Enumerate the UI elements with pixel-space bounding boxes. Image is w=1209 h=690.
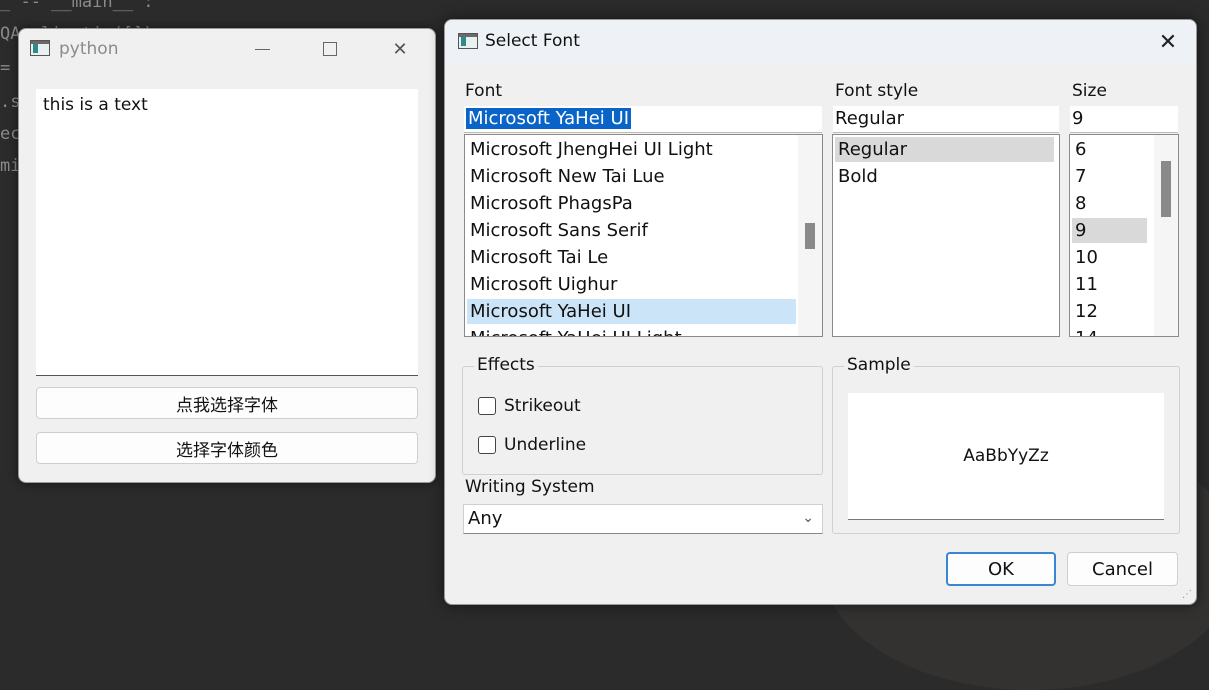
- list-item[interactable]: 12: [1072, 299, 1147, 324]
- close-button[interactable]: ✕: [377, 29, 423, 69]
- font-style-input[interactable]: Regular: [833, 106, 1059, 133]
- dialog-title: Select Font: [485, 31, 580, 51]
- font-list-scrollbar[interactable]: [798, 135, 822, 336]
- python-window: python ✕ this is a text 点我选择字体 选择字体颜色: [18, 28, 436, 483]
- font-label: Font: [465, 81, 503, 101]
- choose-font-button[interactable]: 点我选择字体: [36, 387, 418, 419]
- list-item[interactable]: 11: [1072, 272, 1147, 297]
- strikeout-label: Strikeout: [504, 396, 581, 416]
- list-item[interactable]: 8: [1072, 191, 1147, 216]
- ok-button[interactable]: OK: [946, 552, 1056, 586]
- list-item[interactable]: Microsoft JhengHei UI Light: [467, 137, 796, 162]
- font-dialog: Select Font ✕ Font Microsoft YaHei UI Mi…: [444, 19, 1197, 605]
- text-content: this is a text: [43, 95, 148, 115]
- font-input[interactable]: Microsoft YaHei UI: [464, 106, 822, 133]
- sample-preview: AaBbYyZz: [848, 393, 1164, 520]
- sample-label: Sample: [844, 355, 914, 375]
- list-item-selected[interactable]: Microsoft YaHei UI: [467, 299, 796, 324]
- list-item[interactable]: Microsoft YaHei UI Light: [467, 326, 796, 336]
- minimize-button[interactable]: [239, 29, 285, 69]
- python-titlebar[interactable]: python ✕: [19, 29, 435, 69]
- underline-label: Underline: [504, 435, 587, 455]
- list-item[interactable]: Microsoft Tai Le: [467, 245, 796, 270]
- resize-grip-icon[interactable]: ⋰: [1182, 590, 1192, 600]
- code-line: =: [0, 58, 11, 78]
- checkbox-icon: [478, 436, 496, 454]
- scrollbar-thumb[interactable]: [805, 223, 815, 249]
- writing-system-value: Any: [468, 508, 503, 529]
- text-display-area[interactable]: this is a text: [36, 89, 418, 376]
- writing-system-select[interactable]: Any ⌄: [463, 504, 823, 534]
- sample-text: AaBbYyZz: [963, 446, 1049, 466]
- font-list[interactable]: Microsoft JhengHei UI Light Microsoft Ne…: [464, 134, 823, 337]
- list-item-selected[interactable]: Regular: [835, 137, 1054, 162]
- list-item[interactable]: Microsoft PhagsPa: [467, 191, 796, 216]
- font-style-list[interactable]: Regular Bold: [832, 134, 1060, 337]
- size-list-scrollbar[interactable]: [1154, 135, 1178, 336]
- list-item[interactable]: Microsoft New Tai Lue: [467, 164, 796, 189]
- list-item[interactable]: Microsoft Uighur: [467, 272, 796, 297]
- effects-label: Effects: [474, 355, 538, 375]
- list-item-selected[interactable]: 9: [1072, 218, 1147, 243]
- minimize-icon: [254, 48, 270, 50]
- font-style-label: Font style: [835, 81, 919, 101]
- checkbox-icon: [478, 397, 496, 415]
- close-icon: ✕: [392, 38, 408, 60]
- chevron-down-icon: ⌄: [802, 510, 814, 526]
- effects-group: [462, 366, 823, 475]
- app-icon: [458, 33, 478, 49]
- writing-system-label: Writing System: [465, 477, 595, 497]
- size-input[interactable]: 9: [1070, 106, 1178, 133]
- scrollbar-thumb[interactable]: [1161, 161, 1171, 217]
- size-label: Size: [1072, 81, 1107, 101]
- close-icon: ✕: [1158, 29, 1178, 55]
- python-window-title: python: [59, 39, 119, 59]
- app-icon: [30, 40, 50, 56]
- maximize-icon: [323, 42, 337, 56]
- choose-color-button[interactable]: 选择字体颜色: [36, 432, 418, 464]
- list-item[interactable]: 7: [1072, 164, 1147, 189]
- list-item[interactable]: Bold: [835, 164, 1054, 189]
- maximize-button[interactable]: [307, 29, 353, 69]
- code-line: _ -- __main__ :: [0, 0, 154, 12]
- cancel-button[interactable]: Cancel: [1067, 552, 1178, 586]
- size-list[interactable]: 6 7 8 9 10 11 12 14: [1069, 134, 1179, 337]
- dialog-titlebar[interactable]: Select Font ✕: [445, 20, 1196, 64]
- strikeout-checkbox[interactable]: Strikeout: [478, 396, 581, 416]
- list-item[interactable]: Microsoft Sans Serif: [467, 218, 796, 243]
- font-input-value: Microsoft YaHei UI: [466, 108, 631, 129]
- dialog-close-button[interactable]: ✕: [1150, 26, 1186, 58]
- list-item[interactable]: 10: [1072, 245, 1147, 270]
- list-item[interactable]: 14: [1072, 326, 1147, 336]
- underline-checkbox[interactable]: Underline: [478, 435, 586, 455]
- list-item[interactable]: 6: [1072, 137, 1147, 162]
